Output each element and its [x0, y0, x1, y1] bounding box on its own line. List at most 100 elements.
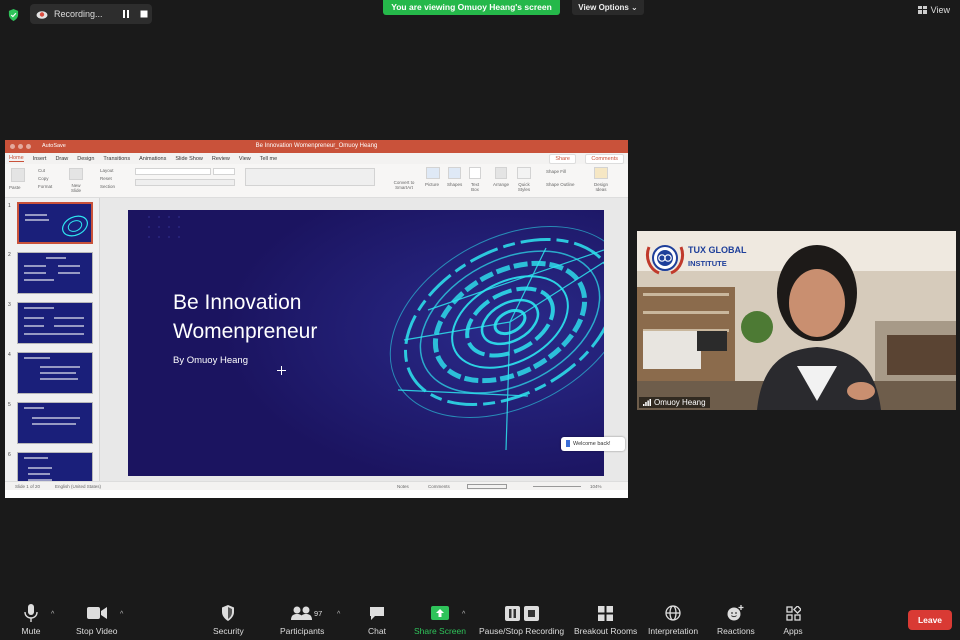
- comments-button[interactable]: Comments: [585, 154, 624, 164]
- thumb-number: 3: [8, 302, 11, 308]
- ppt-title-bar: AutoSave Be Innovation Womenpreneur_Omuo…: [5, 140, 628, 153]
- convert-smartart-label[interactable]: Convert to SmartArt: [390, 180, 418, 190]
- chat-button[interactable]: Chat: [366, 603, 388, 636]
- pause-stop-recording-icon: [502, 603, 542, 623]
- shapes-icon[interactable]: [448, 167, 461, 179]
- viewing-screen-banner: You are viewing Omuoy Heang's screen: [383, 0, 560, 15]
- tab-view[interactable]: View: [239, 156, 251, 162]
- new-slide-icon[interactable]: [69, 168, 83, 180]
- participant-video-tile[interactable]: TUX GLOBAL INSTITUTE Omuoy Heang: [637, 231, 956, 410]
- security-label: Security: [213, 626, 244, 636]
- font-family-select[interactable]: [135, 168, 211, 175]
- design-ideas-icon[interactable]: [594, 167, 608, 179]
- thumb-number: 1: [8, 203, 11, 209]
- current-slide[interactable]: Be Innovation Womenpreneur By Omuoy Hean…: [128, 210, 604, 476]
- picture-label: Picture: [425, 182, 440, 187]
- tab-design[interactable]: Design: [77, 156, 94, 162]
- slide-thumbnail[interactable]: [17, 402, 93, 444]
- audio-options-caret-icon[interactable]: ^: [51, 611, 54, 618]
- layout-label[interactable]: Layout: [100, 168, 114, 173]
- stop-recording-icon[interactable]: [140, 10, 148, 18]
- thumb-number: 5: [8, 402, 11, 408]
- reactions-label: Reactions: [717, 626, 755, 636]
- apps-label: Apps: [783, 626, 803, 636]
- mute-button[interactable]: Mute: [20, 603, 42, 636]
- slide-thumbnail[interactable]: [17, 302, 93, 344]
- apps-icon: [782, 603, 804, 623]
- reset-label[interactable]: Reset: [100, 176, 112, 181]
- slide-thumbnail[interactable]: [17, 352, 93, 394]
- participant-count-badge: 97: [314, 609, 323, 618]
- picture-icon[interactable]: [426, 167, 440, 179]
- tux-global-emblem-icon: [645, 245, 685, 275]
- tab-insert[interactable]: Insert: [33, 156, 47, 162]
- paragraph-group[interactable]: [245, 168, 375, 186]
- view-button[interactable]: View: [917, 5, 950, 15]
- tab-review[interactable]: Review: [212, 156, 230, 162]
- video-options-caret-icon[interactable]: ^: [120, 611, 123, 618]
- reactions-button[interactable]: Reactions: [717, 603, 755, 636]
- zoom-level[interactable]: 104%: [590, 484, 602, 489]
- document-title: Be Innovation Womenpreneur_Omuoy Heang: [255, 143, 378, 149]
- tab-transitions[interactable]: Transitions: [103, 156, 130, 162]
- share-button[interactable]: Share: [549, 154, 576, 164]
- slide-thumbnail[interactable]: [17, 252, 93, 294]
- format-label[interactable]: Format: [38, 184, 52, 189]
- stop-video-button[interactable]: Stop Video: [76, 603, 117, 636]
- interpretation-button[interactable]: Interpretation: [648, 603, 698, 636]
- welcome-back-toast[interactable]: Welcome back!: [561, 437, 625, 451]
- pause-recording-icon[interactable]: [122, 10, 130, 18]
- share-screen-label: Share Screen: [414, 626, 466, 636]
- thumb-number: 6: [8, 452, 11, 458]
- cloud-recording-icon: [36, 11, 48, 19]
- grid-view-icon: [917, 6, 927, 14]
- slide-count: Slide 1 of 20: [15, 484, 41, 489]
- tab-draw[interactable]: Draw: [55, 156, 68, 162]
- shield-security-icon: [217, 603, 239, 623]
- view-options-button[interactable]: View Options ⌄: [572, 0, 644, 15]
- slide-byline: By Omuoy Heang: [173, 355, 248, 366]
- tab-slide-show[interactable]: Slide Show: [175, 156, 203, 162]
- slide-thumbnails-pane: 1 2 3 4 5 6: [5, 198, 100, 490]
- tab-home[interactable]: Home: [9, 155, 24, 162]
- thumb-hud-graphic: [62, 215, 88, 237]
- section-label[interactable]: Section: [100, 184, 115, 189]
- share-options-caret-icon[interactable]: ^: [462, 611, 465, 618]
- ppt-workspace: 1 2 3 4 5 6 Be Innovation Womenpreneur B…: [5, 198, 628, 490]
- quick-styles-icon[interactable]: [517, 167, 531, 179]
- quick-styles-label: Quick Styles: [517, 182, 531, 192]
- chevron-down-icon: ⌄: [631, 3, 638, 12]
- security-button[interactable]: Security: [213, 603, 244, 636]
- cut-label[interactable]: Cut: [38, 168, 45, 173]
- shield-icon[interactable]: [8, 9, 19, 21]
- recording-label: Recording...: [54, 9, 103, 19]
- share-screen-button[interactable]: Share Screen: [414, 603, 466, 636]
- notes-toggle[interactable]: Notes: [397, 484, 409, 489]
- zoom-slider[interactable]: [533, 486, 581, 487]
- breakout-rooms-button[interactable]: Breakout Rooms: [574, 603, 637, 636]
- paste-icon[interactable]: [11, 168, 25, 182]
- pause-stop-recording-button[interactable]: Pause/Stop Recording: [479, 603, 564, 636]
- participants-button[interactable]: Participants: [280, 603, 324, 636]
- arrange-icon[interactable]: [495, 167, 507, 179]
- tab-animations[interactable]: Animations: [139, 156, 166, 162]
- view-options-label: View Options: [578, 3, 629, 12]
- participants-options-caret-icon[interactable]: ^: [337, 611, 340, 618]
- comments-toggle[interactable]: Comments: [428, 484, 450, 489]
- copy-label[interactable]: Copy: [38, 176, 49, 181]
- font-size-select[interactable]: [213, 168, 235, 175]
- text-box-icon[interactable]: [469, 167, 481, 179]
- language-status[interactable]: English (United States): [55, 484, 101, 489]
- logo-text-line-2: INSTITUTE: [688, 259, 727, 268]
- shape-fill-label[interactable]: Shape Fill: [546, 169, 566, 174]
- slide-thumbnail[interactable]: [17, 202, 93, 244]
- view-mode-buttons[interactable]: [467, 484, 507, 489]
- shape-outline-label[interactable]: Shape Outline: [546, 182, 575, 187]
- ribbon-toolbar: Paste Cut Copy Format New Slide Layout R…: [5, 164, 628, 198]
- leave-button[interactable]: Leave: [908, 610, 952, 630]
- welcome-back-label: Welcome back!: [573, 441, 611, 447]
- arrange-label: Arrange: [493, 182, 510, 187]
- tell-me-search[interactable]: Tell me: [260, 156, 277, 162]
- apps-button[interactable]: Apps: [782, 603, 804, 636]
- font-format-group[interactable]: [135, 179, 235, 186]
